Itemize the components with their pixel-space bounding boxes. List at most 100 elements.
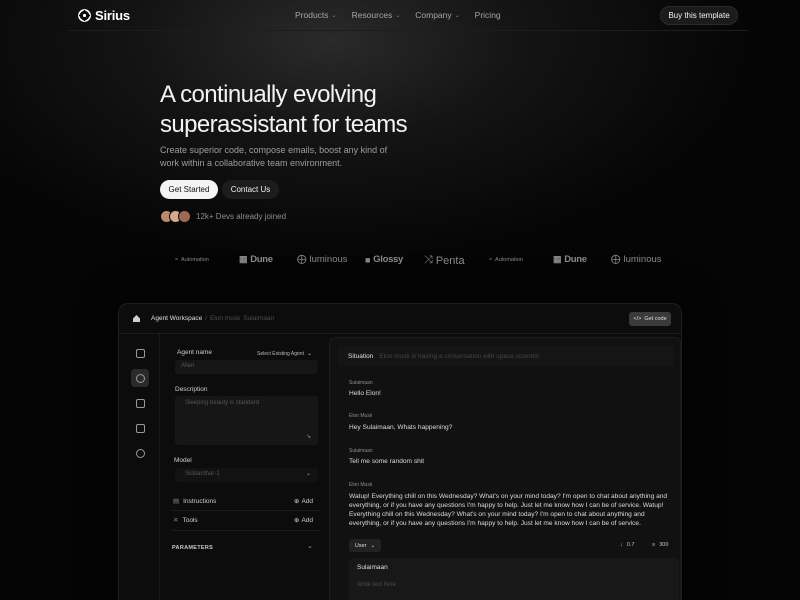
resize-handle-icon[interactable]: ↘ [306,433,311,440]
menu-pricing-label: Pricing [474,10,501,20]
chevron-down-icon: ⌄ [454,12,460,19]
message-text: Tell me some random shit [349,458,425,465]
agent-name-input[interactable]: Allen [175,360,318,374]
breadcrumb-separator: / [205,315,207,322]
home-icon[interactable] [132,314,141,323]
message-text: Watup! Everything chill on this Wednesda… [349,493,668,527]
description-textarea[interactable]: Sleeping beauty is standard ↘ [175,396,318,445]
logo-label: luminous [623,254,662,265]
thermometer-icon: ↓ [620,542,623,548]
model-select[interactable]: Siddardhar-1 ⌄ [175,468,318,482]
logo-label: luminous [309,254,348,265]
buy-template-button[interactable]: Buy this template [660,6,738,25]
rail-chat-button[interactable] [131,369,149,387]
rail-settings-button[interactable] [131,444,149,462]
message-author: Sulaimaan [349,448,373,454]
max-tokens-indicator[interactable]: ≡ 300 [652,542,668,548]
logo-label: Automation [181,257,209,263]
sirius-logo-icon [78,9,91,22]
max-tokens-value: 300 [659,542,669,548]
role-select[interactable]: User ⌄ [349,539,381,552]
logo-luminous: ⨁ luminous [297,254,348,265]
layout-icon [135,348,145,358]
chevron-down-icon: ⌄ [331,12,337,19]
get-code-label: Get code [644,316,667,322]
hero-title: A continually evolving superassistant fo… [160,80,480,140]
plus-circle-icon: ⊕ [294,498,300,505]
select-existing-label: Select Existing Agent [257,350,304,357]
chevron-down-icon: ⌄ [370,542,376,549]
get-started-button[interactable]: Get Started [160,180,218,199]
menu-resources-label: Resources [351,10,393,20]
logo-glossy: ■ Glossy [365,254,403,265]
rail-analytics-button[interactable] [131,394,149,412]
model-label: Model [174,457,192,464]
menu-company[interactable]: Company ⌄ [415,10,459,20]
chevron-down-icon[interactable]: ⌄ [307,542,313,550]
automation-icon: ≈ [175,257,179,263]
temperature-value: 0.7 [626,542,635,548]
document-icon: ▤ [173,498,180,505]
situation-placeholder: Elon musk is having a conversation with … [379,352,539,360]
breadcrumb-root[interactable]: Agent Workspace [151,315,202,322]
temperature-indicator[interactable]: ↓ 0.7 [620,542,634,548]
avatar [178,210,191,223]
chevron-down-icon: ⌄ [305,471,311,477]
compose-placeholder: Write text here [357,582,396,588]
rail-layout-button[interactable] [131,344,149,362]
menu-products[interactable]: Products ⌄ [295,10,337,20]
nav-divider [68,30,748,31]
penta-icon: ⤨ [424,254,433,266]
tools-row: ✕ Tools [173,516,198,525]
situation-label: Situation [348,352,374,360]
contact-us-button[interactable]: Contact Us [222,180,279,199]
rail-docs-button[interactable] [131,419,149,437]
chevron-down-icon: ⌄ [306,351,313,357]
situation-input[interactable]: Situation Elon musk is having a conversa… [338,346,674,366]
avatar-stack [160,210,191,223]
select-existing-agent-dropdown[interactable]: Select Existing Agent ⌄ [257,350,313,358]
add-tools-button[interactable]: ⊕ Add [294,516,313,525]
breadcrumb: Agent Workspace / Elon musk Sulaimaan [151,315,274,322]
message-text: Hey Sulaimaan, Whats happening? [349,424,453,431]
luminous-icon: ⨁ [611,254,621,265]
glossy-icon: ■ [365,254,371,265]
logo-label: Glossy [373,254,404,265]
model-value: Siddardhar-1 [185,471,220,477]
luminous-icon: ⨁ [297,254,307,265]
role-value: User [354,542,367,549]
breadcrumb-item[interactable]: Sulaimaan [243,315,274,322]
compose-author: Sulaimaan [357,564,388,571]
parameters-toggle[interactable]: PARAMETERS [172,545,213,551]
gear-icon [135,448,145,458]
side-rail [129,344,153,469]
top-nav: Sirius Products ⌄ Resources ⌄ Company ⌄ … [0,0,800,31]
menu-resources[interactable]: Resources ⌄ [352,10,401,20]
add-label: Add [301,497,314,505]
workspace-topbar: Agent Workspace / Elon musk Sulaimaan </… [119,304,681,334]
dune-icon: ▦ [239,254,248,264]
rail-divider [159,334,160,600]
logo-penta: ⤨ Penta [424,254,465,267]
hero-title-line-1: A continually evolving [160,81,377,108]
agent-name-label: Agent name [177,349,213,356]
divider [171,530,321,531]
logo-label: Penta [435,254,465,267]
menu-products-label: Products [295,10,329,20]
logo-automation: ≈ Automation [175,257,209,263]
message-author: Elon Musk [349,482,373,488]
plus-circle-icon: ⊕ [294,517,300,524]
brand-logo[interactable]: Sirius [78,8,130,23]
description-placeholder: Sleeping beauty is standard [185,400,260,406]
compose-box[interactable]: Sulaimaan Write text here [349,558,679,600]
description-label: Description [175,386,208,393]
message-text: Hello Elon! [349,390,381,397]
breadcrumb-item[interactable]: Elon musk [210,315,240,322]
get-code-button[interactable]: </> Get code [629,312,671,326]
logo-label: Automation [495,257,523,263]
add-instructions-button[interactable]: ⊕ Add [294,497,314,506]
menu-pricing[interactable]: Pricing [475,10,501,20]
instructions-row: ▤ Instructions [173,497,217,506]
instructions-label: Instructions [183,497,217,505]
tools-icon: ✕ [173,517,179,524]
